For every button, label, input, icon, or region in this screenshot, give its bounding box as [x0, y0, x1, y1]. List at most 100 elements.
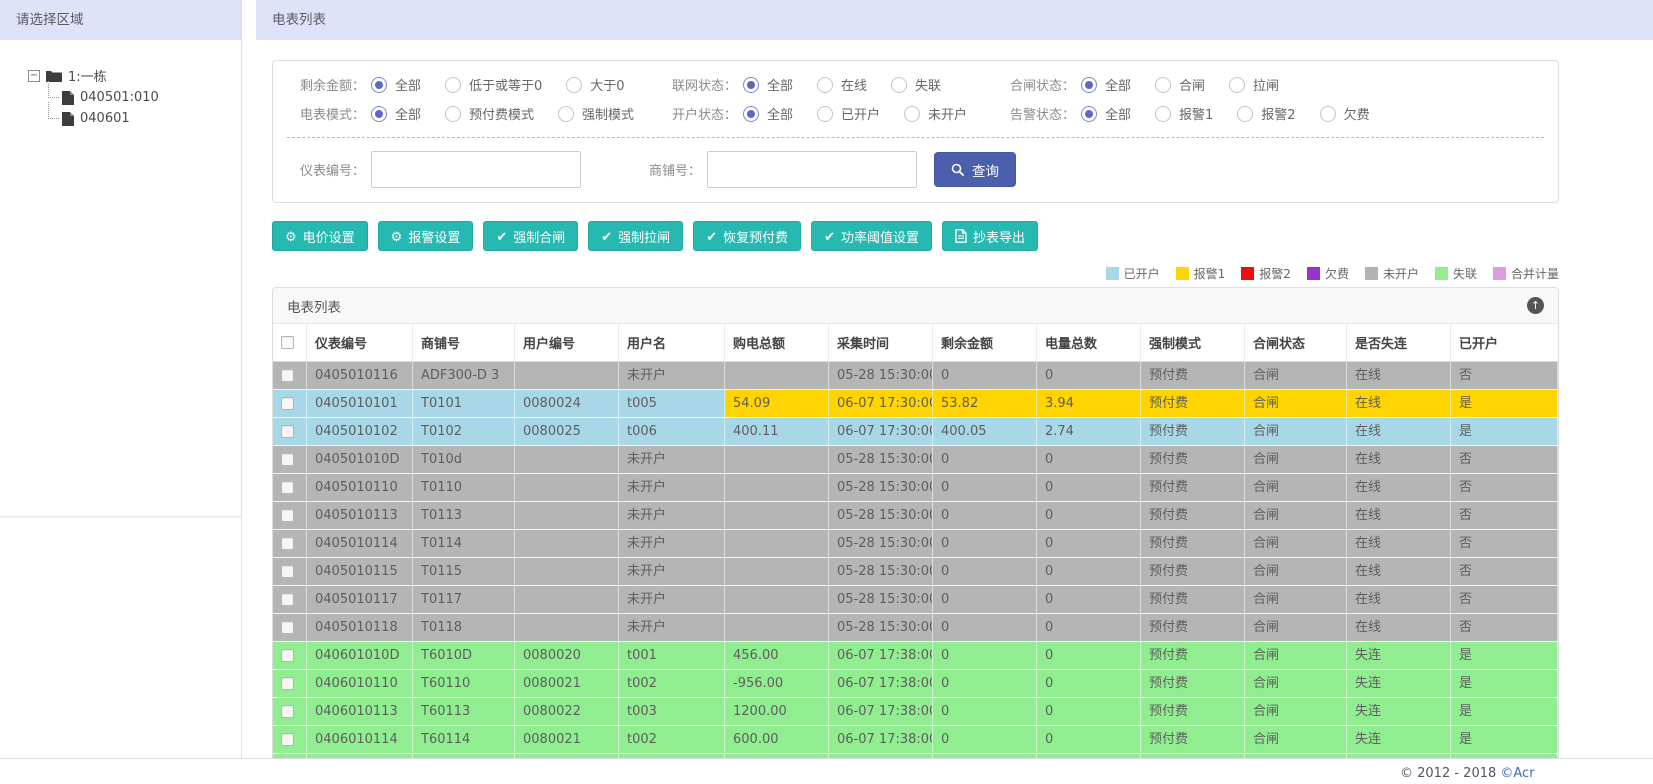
select-all-checkbox[interactable] — [281, 336, 294, 349]
radio-icon[interactable] — [743, 105, 759, 122]
toolbar-button-label: 强制拉闸 — [618, 229, 671, 245]
table-cell: 在线 — [1347, 446, 1451, 474]
shop-no-input[interactable] — [707, 151, 917, 188]
table-cell: T0115 — [413, 558, 515, 586]
radio-option[interactable]: 强制模式 — [558, 104, 634, 123]
radio-option[interactable]: 欠费 — [1319, 104, 1370, 123]
tree-collapse-icon[interactable]: − — [28, 69, 40, 82]
toolbar-button-强制拉闸[interactable]: ✔ 强制拉闸 — [588, 221, 684, 251]
row-select-cell — [273, 726, 307, 754]
radio-option[interactable]: 报警2 — [1237, 104, 1296, 123]
radio-option[interactable]: 未开户 — [904, 104, 967, 123]
table-cell: 预付费 — [1141, 418, 1245, 446]
toolbar-button-功率阈值设置[interactable]: ✔ 功率阈值设置 — [811, 221, 933, 251]
table-cell: 合闸 — [1245, 698, 1347, 726]
radio-icon[interactable] — [1081, 76, 1097, 93]
radio-icon[interactable] — [1319, 105, 1336, 122]
radio-option[interactable]: 失联 — [891, 75, 941, 94]
meter-table: 仪表编号 商铺号 用户编号 用户名 购电总额 采集时间 剩余金额 电量总数 强制模式 合闸状态 是否… — [273, 324, 1558, 758]
radio-icon[interactable] — [371, 105, 387, 122]
row-checkbox[interactable] — [281, 621, 294, 634]
radio-option[interactable]: 报警1 — [1155, 104, 1213, 123]
radio-icon[interactable] — [1081, 105, 1097, 122]
row-checkbox[interactable] — [281, 705, 294, 718]
table-cell: 预付费 — [1141, 530, 1245, 558]
radio-option[interactable]: 全部 — [743, 104, 793, 123]
table-cell: 0405010118 — [307, 614, 413, 642]
legend-label: 报警2 — [1259, 267, 1291, 281]
row-checkbox[interactable] — [281, 453, 294, 466]
tree-item[interactable]: 040601 — [46, 102, 233, 129]
toolbar-button-抄表导出[interactable]: 抄表导出 — [942, 221, 1039, 251]
radio-icon[interactable] — [904, 105, 921, 122]
radio-icon[interactable] — [817, 76, 834, 93]
radio-icon[interactable] — [445, 105, 462, 122]
table-cell: 06-07 17:38:00 — [829, 670, 933, 698]
table-cell: 是 — [1451, 642, 1558, 670]
radio-icon[interactable] — [1237, 105, 1254, 122]
radio-option-label: 预付费模式 — [469, 108, 535, 123]
table-cell — [725, 530, 829, 558]
filter-group: 联网状态： 全部 在线 失联 — [659, 75, 997, 94]
row-checkbox[interactable] — [281, 509, 294, 522]
table-cell: 06-07 17:38:00 — [829, 726, 933, 754]
row-checkbox[interactable] — [281, 733, 294, 746]
table-cell: 合闸 — [1245, 614, 1347, 642]
row-checkbox[interactable] — [281, 565, 294, 578]
radio-option[interactable]: 拉闸 — [1229, 75, 1279, 94]
row-checkbox[interactable] — [281, 677, 294, 690]
radio-icon[interactable] — [817, 105, 834, 122]
table-cell: 0 — [1037, 446, 1141, 474]
toolbar-button-电价设置[interactable]: ⚙ 电价设置 — [272, 221, 368, 251]
toolbar-button-强制合闸[interactable]: ✔ 强制合闸 — [483, 221, 579, 251]
table-cell: 0080025 — [515, 418, 619, 446]
radio-icon[interactable] — [1229, 76, 1246, 93]
radio-option[interactable]: 大于0 — [566, 75, 625, 94]
radio-option[interactable]: 已开户 — [817, 104, 880, 123]
toolbar-button-label: 电价设置 — [302, 229, 355, 245]
query-button[interactable]: 查询 — [934, 152, 1016, 187]
legend-swatch — [1306, 267, 1320, 280]
radio-icon[interactable] — [743, 76, 759, 93]
table-cell: 05-28 15:30:00 — [829, 614, 933, 642]
row-checkbox[interactable] — [281, 397, 294, 410]
collapse-up-icon[interactable]: ↑ — [1527, 297, 1544, 314]
column-header: 已开户 — [1451, 324, 1558, 362]
table-cell: 0080020 — [515, 642, 619, 670]
table-cell: 未开户 — [619, 446, 725, 474]
radio-icon[interactable] — [371, 76, 387, 93]
tree-item[interactable]: 040501:010 — [46, 81, 233, 108]
legend-item: 未开户 — [1364, 265, 1419, 282]
table-cell — [725, 558, 829, 586]
table-cell: 0 — [933, 474, 1037, 502]
row-checkbox[interactable] — [281, 537, 294, 550]
radio-option[interactable]: 全部 — [371, 104, 421, 123]
radio-option[interactable]: 全部 — [371, 75, 421, 94]
radio-icon[interactable] — [558, 105, 575, 122]
radio-option[interactable]: 全部 — [1081, 104, 1131, 123]
copyright-link[interactable]: ©Acr — [1500, 766, 1534, 781]
radio-icon[interactable] — [566, 76, 583, 93]
row-checkbox[interactable] — [281, 425, 294, 438]
radio-icon[interactable] — [1155, 76, 1172, 93]
radio-option[interactable]: 在线 — [817, 75, 867, 94]
radio-option[interactable]: 预付费模式 — [445, 104, 534, 123]
radio-option-label: 全部 — [395, 79, 422, 94]
radio-option[interactable]: 合闸 — [1155, 75, 1205, 94]
row-select-cell — [273, 446, 307, 474]
toolbar-button-恢复预付费[interactable]: ✔ 恢复预付费 — [693, 221, 802, 251]
row-checkbox[interactable] — [281, 481, 294, 494]
radio-icon[interactable] — [445, 76, 462, 93]
table-cell: T0118 — [413, 614, 515, 642]
meter-no-input[interactable] — [371, 151, 581, 188]
radio-option[interactable]: 低于或等于0 — [445, 75, 542, 94]
radio-icon[interactable] — [891, 76, 908, 93]
table-cell: t002 — [619, 670, 725, 698]
row-checkbox[interactable] — [281, 369, 294, 382]
toolbar-button-报警设置[interactable]: ⚙ 报警设置 — [377, 221, 474, 251]
radio-option[interactable]: 全部 — [743, 75, 793, 94]
radio-icon[interactable] — [1155, 105, 1172, 122]
row-checkbox[interactable] — [281, 649, 294, 662]
radio-option[interactable]: 全部 — [1081, 75, 1131, 94]
row-checkbox[interactable] — [281, 593, 294, 606]
